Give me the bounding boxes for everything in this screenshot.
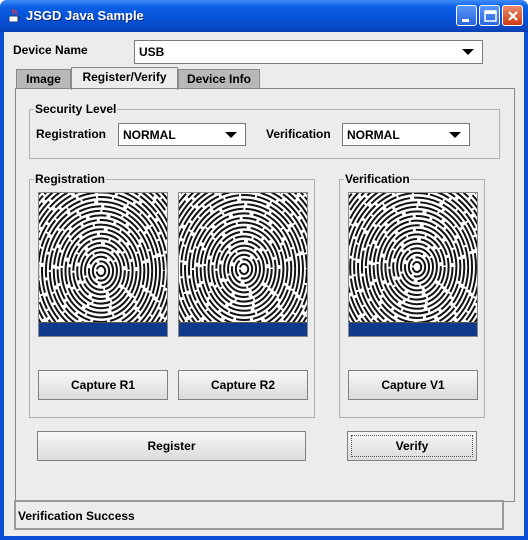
client-area: Device Name USB Image Register/Verify De…: [4, 32, 524, 536]
registration-group: Registration Capture R1 Capture R2: [29, 172, 315, 418]
register-button[interactable]: Register: [37, 431, 306, 461]
fingerprint-image-r1: [38, 192, 168, 337]
verification-group: Verification Capture V1: [339, 172, 485, 418]
fingerprint-image-r2: [178, 192, 308, 337]
tab-register-verify[interactable]: Register/Verify: [71, 67, 178, 90]
maximize-button[interactable]: [479, 5, 500, 26]
registration-security-label: Registration: [36, 127, 107, 141]
image-quality-bar: [39, 322, 167, 336]
device-name-value: USB: [139, 45, 165, 59]
minimize-icon: [462, 19, 469, 22]
chevron-down-icon: [449, 132, 461, 138]
register-verify-panel: Security Level Registration NORMAL Verif…: [15, 88, 515, 502]
security-level-title: Security Level: [34, 102, 118, 116]
status-text: Verification Success: [18, 509, 135, 523]
fingerprint-image-v1: [348, 192, 478, 337]
tab-image[interactable]: Image: [16, 69, 71, 89]
device-name-select[interactable]: USB: [134, 40, 483, 64]
verification-group-title: Verification: [344, 172, 411, 186]
status-bar: Verification Success: [14, 500, 504, 530]
window-title: JSGD Java Sample: [26, 8, 144, 23]
capture-r2-button[interactable]: Capture R2: [178, 370, 308, 400]
image-quality-bar: [179, 322, 307, 336]
capture-v1-button[interactable]: Capture V1: [348, 370, 478, 400]
verification-security-value: NORMAL: [347, 128, 400, 142]
registration-security-value: NORMAL: [123, 128, 176, 142]
title-bar[interactable]: JSGD Java Sample: [0, 0, 528, 32]
verification-security-select[interactable]: NORMAL: [342, 123, 470, 146]
fingerprint-icon: [39, 193, 167, 336]
registration-group-title: Registration: [34, 172, 107, 186]
chevron-down-icon: [462, 49, 474, 55]
fingerprint-icon: [179, 193, 307, 336]
maximize-icon: [484, 10, 497, 22]
security-level-group: Security Level Registration NORMAL Verif…: [29, 102, 500, 159]
registration-security-select[interactable]: NORMAL: [118, 123, 246, 146]
app-window: JSGD Java Sample Device Name USB Image R…: [0, 0, 528, 540]
image-quality-bar: [349, 322, 477, 336]
tab-device-info[interactable]: Device Info: [178, 69, 260, 89]
verification-security-label: Verification: [266, 127, 331, 141]
fingerprint-icon: [349, 193, 477, 336]
chevron-down-icon: [225, 132, 237, 138]
capture-r1-button[interactable]: Capture R1: [38, 370, 168, 400]
java-cup-icon: [8, 8, 21, 23]
close-button[interactable]: [502, 5, 523, 26]
close-icon: [508, 11, 518, 21]
minimize-button[interactable]: [456, 5, 477, 26]
verify-button[interactable]: Verify: [347, 431, 477, 461]
device-name-label: Device Name: [13, 43, 88, 57]
